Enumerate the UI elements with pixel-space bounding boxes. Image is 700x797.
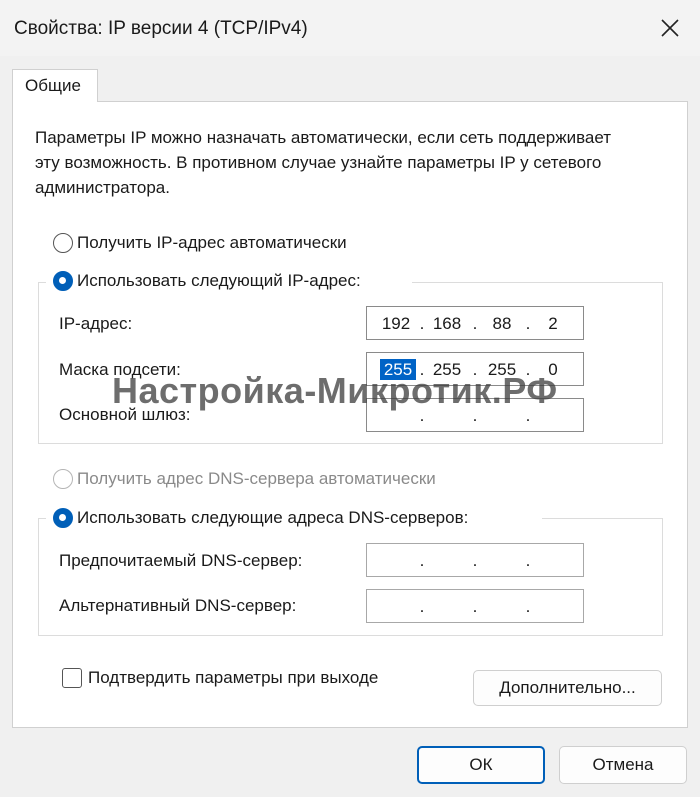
- ip-octet-4[interactable]: 2: [535, 313, 571, 334]
- alternate-dns-label: Альтернативный DNS-сервер:: [59, 596, 297, 615]
- radio-dns-manual-circle[interactable]: [53, 508, 73, 528]
- tab-general-label: Общие: [25, 76, 81, 95]
- gateway-label: Основной шлюз:: [59, 405, 191, 424]
- ip-address-field[interactable]: 192 . 168 . 88 . 2: [366, 306, 584, 340]
- ip-address-label: IP-адрес:: [59, 314, 133, 333]
- description-text: Параметры IP можно назначать автоматичес…: [35, 128, 612, 197]
- radio-dns-auto: Получить адрес DNS-сервера автоматически: [53, 469, 436, 489]
- subnet-mask-field[interactable]: 255 . 255 . 255 . 0: [366, 352, 584, 386]
- radio-ip-manual-circle[interactable]: [53, 271, 73, 291]
- radio-dns-auto-circle: [53, 469, 73, 489]
- gateway-field[interactable]: . . .: [366, 398, 584, 432]
- radio-dns-manual-label: Использовать следующие адреса DNS-сервер…: [77, 508, 469, 527]
- window-title: Свойства: IP версии 4 (TCP/IPv4): [14, 18, 308, 39]
- alternate-dns-field[interactable]: . . .: [366, 589, 584, 623]
- radio-ip-manual-label: Использовать следующий IP-адрес:: [77, 271, 361, 290]
- preferred-dns-field[interactable]: . . .: [366, 543, 584, 577]
- validate-on-exit-checkbox[interactable]: [62, 668, 82, 688]
- tab-general[interactable]: Общие: [12, 69, 98, 102]
- validate-on-exit-row[interactable]: Подтвердить параметры при выходе: [62, 668, 378, 688]
- close-icon: [661, 19, 679, 37]
- radio-ip-auto-circle[interactable]: [53, 233, 73, 253]
- subnet-octet-4[interactable]: 0: [535, 359, 571, 380]
- subnet-mask-label: Маска подсети:: [59, 360, 181, 379]
- close-button[interactable]: [640, 0, 700, 56]
- preferred-dns-label: Предпочитаемый DNS-сервер:: [59, 551, 303, 570]
- radio-dns-auto-label: Получить адрес DNS-сервера автоматически: [77, 469, 436, 488]
- ip-octet-3[interactable]: 88: [484, 313, 520, 334]
- radio-dns-manual[interactable]: Использовать следующие адреса DNS-сервер…: [53, 508, 468, 528]
- validate-on-exit-label: Подтвердить параметры при выходе: [88, 668, 379, 687]
- advanced-button[interactable]: Дополнительно...: [473, 670, 662, 706]
- ok-button[interactable]: ОК: [417, 746, 545, 784]
- subnet-octet-3[interactable]: 255: [484, 359, 520, 380]
- cancel-button[interactable]: Отмена: [559, 746, 687, 784]
- ip-octet-1[interactable]: 192: [378, 313, 414, 334]
- subnet-octet-1[interactable]: 255: [380, 359, 416, 380]
- ip-octet-2[interactable]: 168: [429, 313, 465, 334]
- subnet-octet-2[interactable]: 255: [429, 359, 465, 380]
- title-bar: Свойства: IP версии 4 (TCP/IPv4): [0, 0, 700, 56]
- radio-ip-auto[interactable]: Получить IP-адрес автоматически: [53, 233, 347, 253]
- radio-ip-manual[interactable]: Использовать следующий IP-адрес:: [53, 271, 361, 291]
- radio-ip-auto-label: Получить IP-адрес автоматически: [77, 233, 347, 252]
